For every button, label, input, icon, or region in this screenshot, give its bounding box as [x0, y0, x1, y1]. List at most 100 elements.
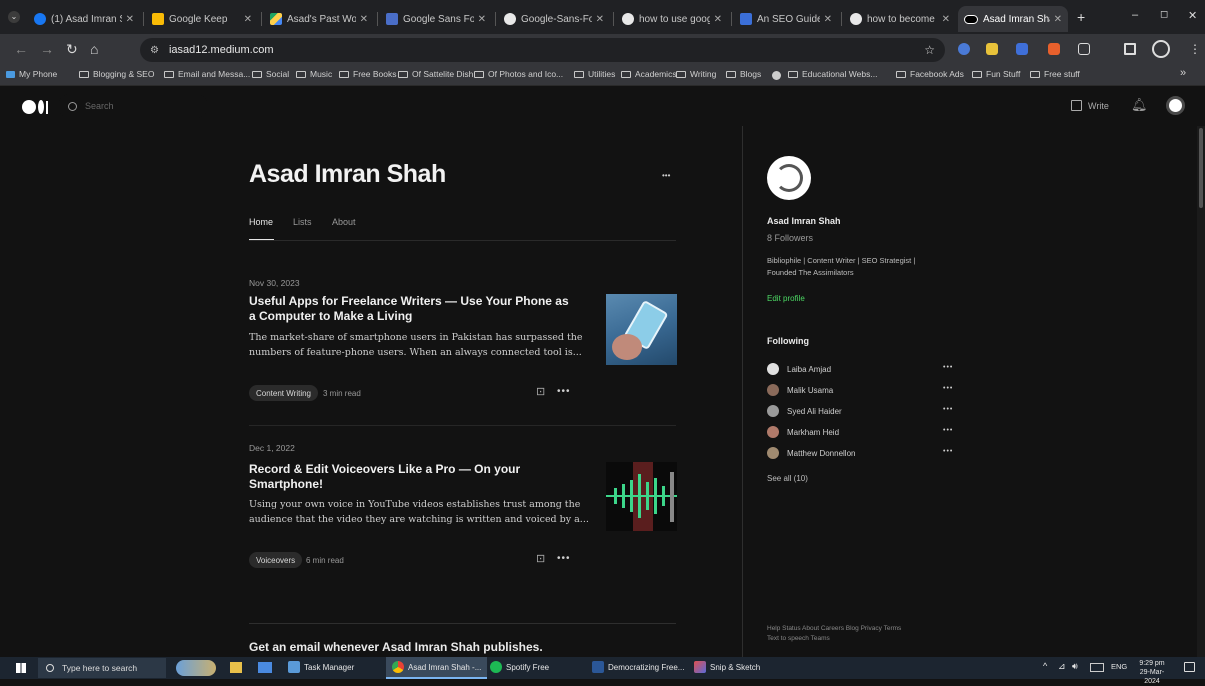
bookmark-star-icon[interactable]: ☆ [924, 43, 935, 57]
bookmark-folder[interactable]: Of Photos and Ico... [474, 69, 563, 79]
extension-icon-2[interactable] [986, 43, 998, 55]
close-tab-icon[interactable]: ✕ [244, 14, 252, 25]
browser-tab-google-sans[interactable]: Google Sans Font ✕ [380, 6, 492, 32]
user-avatar-icon[interactable] [1166, 96, 1185, 115]
extensions-puzzle-icon[interactable] [1078, 43, 1090, 55]
close-tab-icon[interactable]: ✕ [596, 14, 604, 25]
close-tab-icon[interactable]: ✕ [478, 14, 486, 25]
bookmark-folder[interactable]: Blogging & SEO [79, 69, 154, 79]
address-bar[interactable]: ⚙ iasad12.medium.com ☆ [140, 38, 945, 62]
profile-avatar-icon[interactable] [1152, 40, 1170, 58]
close-window-button[interactable]: ✕ [1188, 9, 1197, 22]
restore-window-button[interactable]: ◻ [1160, 9, 1168, 20]
bookmark-folder[interactable]: Email and Messa... [164, 69, 250, 79]
bookmark-add-icon[interactable]: ⊡ [536, 552, 545, 565]
search-input[interactable]: Search [58, 94, 208, 118]
following-more-icon[interactable]: ••• [943, 427, 953, 434]
notifications-bell-icon[interactable]: 🔔︎ [1131, 97, 1148, 113]
chrome-menu-icon[interactable]: ⋮ [1189, 42, 1201, 56]
tab-lists[interactable]: Lists [293, 217, 312, 227]
post-tag[interactable]: Content Writing [249, 385, 318, 401]
following-more-icon[interactable]: ••• [943, 364, 953, 371]
browser-tab-google-search-1[interactable]: how to use googl ✕ [616, 6, 728, 32]
browser-tab-medium-active[interactable]: Asad Imran Shah ✕ [958, 6, 1068, 32]
bookmark-folder[interactable]: Writing [676, 69, 716, 79]
post-more-icon[interactable]: ••• [557, 553, 571, 564]
pinned-app-icon[interactable] [258, 662, 272, 673]
bookmark-folder[interactable]: Social [252, 69, 289, 79]
following-item[interactable]: Matthew Donnellon [767, 447, 855, 459]
post-tag[interactable]: Voiceovers [249, 552, 303, 568]
github-bookmark-icon[interactable] [772, 71, 781, 80]
browser-tab-seo-guide[interactable]: An SEO Guide to ✕ [734, 6, 838, 32]
tab-search-icon[interactable]: ⌄ [8, 11, 20, 23]
extension-icon-4[interactable] [1048, 43, 1060, 55]
following-item[interactable]: Malik Usama [767, 384, 833, 396]
back-arrow-icon[interactable]: ← [14, 41, 28, 57]
network-icon[interactable]: ⊿ [1058, 661, 1066, 672]
bookmark-folder[interactable]: Utilities [574, 69, 615, 79]
notification-center-icon[interactable] [1184, 662, 1195, 672]
language-indicator[interactable]: ENG [1111, 662, 1127, 671]
browser-tab-github[interactable]: Google-Sans-Font ✕ [498, 6, 610, 32]
bookmark-folder[interactable]: Blogs [726, 69, 761, 79]
post-thumbnail-phone[interactable] [606, 294, 677, 365]
sidebar-footer-links[interactable]: Help Status About Careers Blog Privacy T… [767, 624, 901, 644]
bookmark-folder[interactable]: Fun Stuff [972, 69, 1020, 79]
sidebar-name[interactable]: Asad Imran Shah [767, 216, 841, 226]
bookmark-folder[interactable]: Free Books [339, 69, 396, 79]
file-explorer-icon[interactable] [230, 662, 242, 673]
taskbar-app-chrome[interactable]: Asad Imran Shah -... [386, 657, 488, 679]
close-tab-icon[interactable]: ✕ [942, 14, 950, 25]
close-tab-icon[interactable]: ✕ [360, 14, 368, 25]
bookmarks-overflow-button[interactable]: » [1180, 67, 1186, 79]
extension-icon-1[interactable] [958, 43, 970, 55]
windows-start-icon[interactable] [16, 663, 26, 673]
close-tab-icon[interactable]: ✕ [1054, 14, 1062, 25]
post-more-icon[interactable]: ••• [557, 386, 571, 397]
close-tab-icon[interactable]: ✕ [714, 14, 722, 25]
tray-chevron-icon[interactable]: ^ [1043, 661, 1047, 671]
browser-tab-google-keep[interactable]: Google Keep ✕ [146, 6, 258, 32]
see-all-link[interactable]: See all (10) [767, 474, 808, 483]
post-title[interactable]: Record & Edit Voiceovers Like a Pro — On… [249, 462, 589, 492]
scrollbar-thumb[interactable] [1199, 128, 1203, 208]
extension-icon-3[interactable] [1016, 43, 1028, 55]
bookmark-my-phone[interactable]: My Phone [6, 69, 57, 79]
following-item[interactable]: Markham Heid [767, 426, 839, 438]
medium-logo-icon[interactable] [22, 100, 48, 119]
bookmark-folder[interactable]: Music [296, 69, 332, 79]
bookmark-add-icon[interactable]: ⊡ [536, 385, 545, 398]
taskbar-app-task-manager[interactable]: Task Manager [288, 661, 354, 673]
taskbar-search-box[interactable]: Type here to search [38, 658, 166, 678]
site-info-icon[interactable]: ⚙ [150, 45, 159, 56]
taskbar-clock[interactable]: 9:29 pm 29-Mar-2024 [1132, 659, 1172, 686]
tab-home[interactable]: Home [249, 217, 273, 227]
following-more-icon[interactable]: ••• [943, 385, 953, 392]
taskbar-app-snip-sketch[interactable]: Snip & Sketch [694, 661, 760, 673]
volume-icon[interactable]: 🔊︎ [1072, 661, 1078, 672]
home-icon[interactable]: ⌂ [90, 41, 98, 57]
sidebar-followers[interactable]: 8 Followers [767, 233, 813, 243]
forward-arrow-icon[interactable]: → [40, 41, 54, 57]
taskbar-app-word[interactable]: Democratizing Free... [592, 661, 684, 673]
post-title[interactable]: Useful Apps for Freelance Writers — Use … [249, 294, 589, 324]
bookmark-folder[interactable]: Academics [621, 69, 677, 79]
minimize-window-button[interactable]: – [1132, 9, 1138, 21]
side-panel-icon[interactable] [1124, 43, 1136, 55]
following-item[interactable]: Syed Ali Haider [767, 405, 842, 417]
bookmark-folder[interactable]: Facebook Ads [896, 69, 964, 79]
following-item[interactable]: Laiba Amjad [767, 363, 831, 375]
edit-profile-link[interactable]: Edit profile [767, 294, 805, 303]
write-button[interactable]: Write [1071, 100, 1109, 111]
new-tab-icon[interactable]: + [1077, 9, 1085, 25]
following-more-icon[interactable]: ••• [943, 406, 953, 413]
weather-widget-icon[interactable] [176, 660, 216, 676]
following-more-icon[interactable]: ••• [943, 448, 953, 455]
sidebar-avatar[interactable] [767, 156, 811, 200]
reload-icon[interactable]: ↻ [66, 41, 78, 58]
taskbar-app-spotify[interactable]: Spotify Free [490, 661, 549, 673]
browser-tab-google-drive[interactable]: Asad's Past Works ✕ [264, 6, 374, 32]
close-tab-icon[interactable]: ✕ [126, 14, 134, 25]
close-tab-icon[interactable]: ✕ [824, 14, 832, 25]
